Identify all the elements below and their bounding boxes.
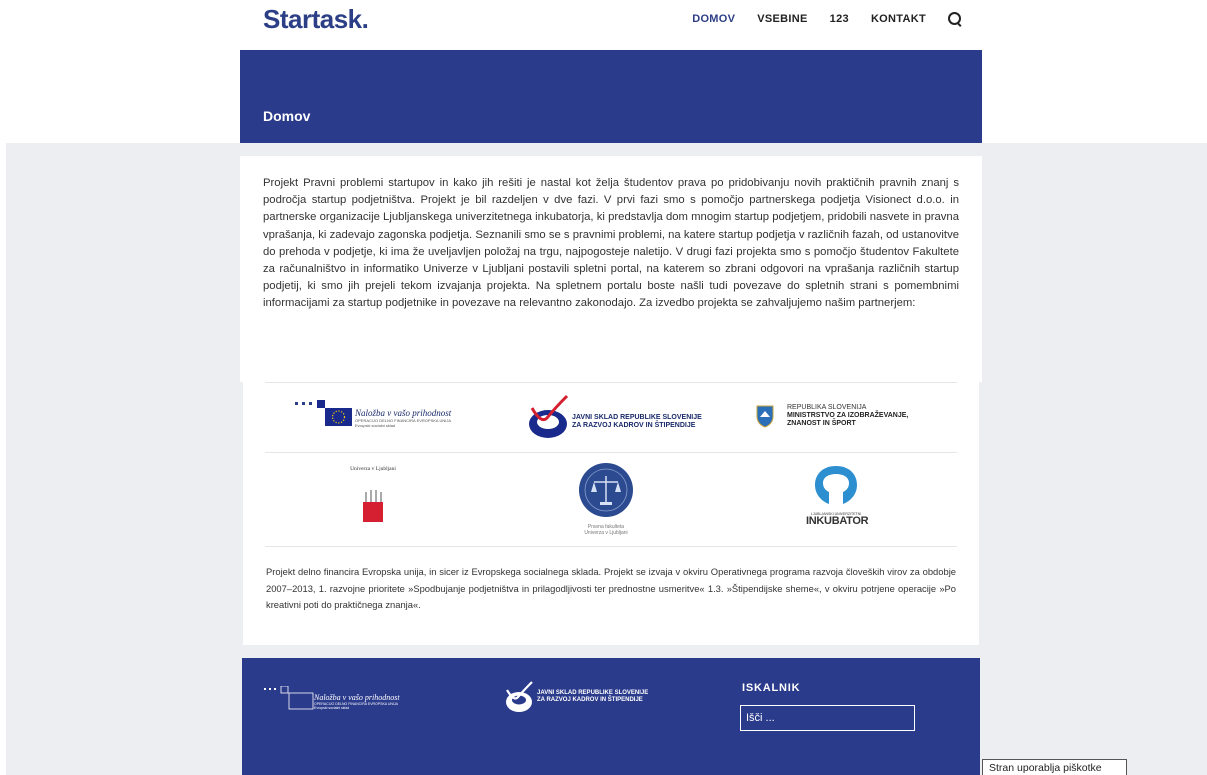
inkubator-logo: LJUBLJANSKI UNIVERZITETNI INKUBATOR xyxy=(806,464,869,527)
eu-fund-logo: Naložba v vašo prihodnost OPERACIJO DELN… xyxy=(295,400,451,430)
main-nav: DOMOV VSEBINE 123 KONTAKT xyxy=(670,12,962,26)
footer-search-title: ISKALNIK xyxy=(742,682,801,694)
nav-item-domov[interactable]: DOMOV xyxy=(692,13,735,25)
pravna-fakulteta-logo: Pravna fakulteta Univerza v Ljubljani xyxy=(576,462,636,536)
footer-eu-line3: Evropski socialni sklad xyxy=(314,706,350,710)
intro-paragraph: Projekt Pravni problemi startupov in kak… xyxy=(263,177,959,310)
footer-eu-slogan: Naložba v vašo prihodnost xyxy=(314,693,400,702)
footer-eu-logo: Naložba v vašo prihodnost OPERACIJO DELN… xyxy=(264,686,400,712)
ministrstvo-line1: REPUBLIKA SLOVENIJA xyxy=(787,404,867,411)
nav-item-123[interactable]: 123 xyxy=(830,13,849,25)
ministrstvo-logo: REPUBLIKA SLOVENIJA MINISTRSTVO ZA IZOBR… xyxy=(755,404,908,428)
footer-sklad-logo: JAVNI SKLAD REPUBLIKE SLOVENIJE ZA RAZVO… xyxy=(504,680,648,714)
ministrstvo-line3: ZNANOST IN ŠPORT xyxy=(787,420,856,427)
site-header: Startask. DOMOV VSEBINE 123 KONTAKT xyxy=(240,0,982,50)
divider xyxy=(265,546,957,547)
page-banner: Domov xyxy=(240,50,982,143)
inkubator-icon xyxy=(815,466,857,506)
univerza-name: Univerza v Ljubljani xyxy=(350,466,396,472)
pf-seal-icon xyxy=(579,463,633,517)
site-logo[interactable]: Startask. xyxy=(263,4,369,35)
footer-sklad-line2: ZA RAZVOJ KADROV IN ŠTIPENDIJE xyxy=(537,697,643,703)
eu-line3: Evropski socialni sklad xyxy=(355,423,396,428)
univerza-logo: Univerza v Ljubljani xyxy=(343,466,403,533)
sklad-line1: JAVNI SKLAD REPUBLIKE SLOVENIJE xyxy=(572,414,702,421)
javni-sklad-logo: JAVNI SKLAD REPUBLIKE SLOVENIJE ZA RAZVO… xyxy=(527,394,702,442)
univerza-emblem-icon xyxy=(363,490,383,522)
page-title: Domov xyxy=(263,108,311,124)
coat-of-arms-icon xyxy=(756,405,774,428)
eu-flag-icon xyxy=(264,686,314,710)
partners-section: Naložba v vašo prihodnost OPERACIJO DELN… xyxy=(243,382,979,645)
ministrstvo-line2: MINISTRSTVO ZA IZOBRAŽEVANJE, xyxy=(787,412,909,419)
search-icon[interactable] xyxy=(948,12,962,26)
divider xyxy=(265,382,957,383)
javni-sklad-icon xyxy=(529,394,569,438)
divider xyxy=(265,452,957,453)
site-footer: Naložba v vašo prihodnost OPERACIJO DELN… xyxy=(242,658,980,775)
pf-line2: Univerza v Ljubljani xyxy=(584,530,628,536)
inkubator-big: INKUBATOR xyxy=(806,515,869,527)
eu-slogan: Naložba v vašo prihodnost xyxy=(355,408,452,418)
page-edge xyxy=(0,143,6,775)
footer-sklad-line1: JAVNI SKLAD REPUBLIKE SLOVENIJE xyxy=(537,690,649,696)
main-content: Projekt Pravni problemi startupov in kak… xyxy=(240,156,982,382)
eu-flag-icon xyxy=(295,400,352,426)
footer-search-input[interactable] xyxy=(740,705,915,731)
sklad-line2: ZA RAZVOJ KADROV IN ŠTIPENDIJE xyxy=(572,422,696,429)
nav-item-vsebine[interactable]: VSEBINE xyxy=(757,13,807,25)
javni-sklad-icon xyxy=(506,681,533,712)
financing-note: Projekt delno financira Evropska unija, … xyxy=(266,566,956,610)
nav-item-kontakt[interactable]: KONTAKT xyxy=(871,13,926,25)
cookie-notice[interactable]: Stran uporablja piškotke xyxy=(982,759,1127,775)
